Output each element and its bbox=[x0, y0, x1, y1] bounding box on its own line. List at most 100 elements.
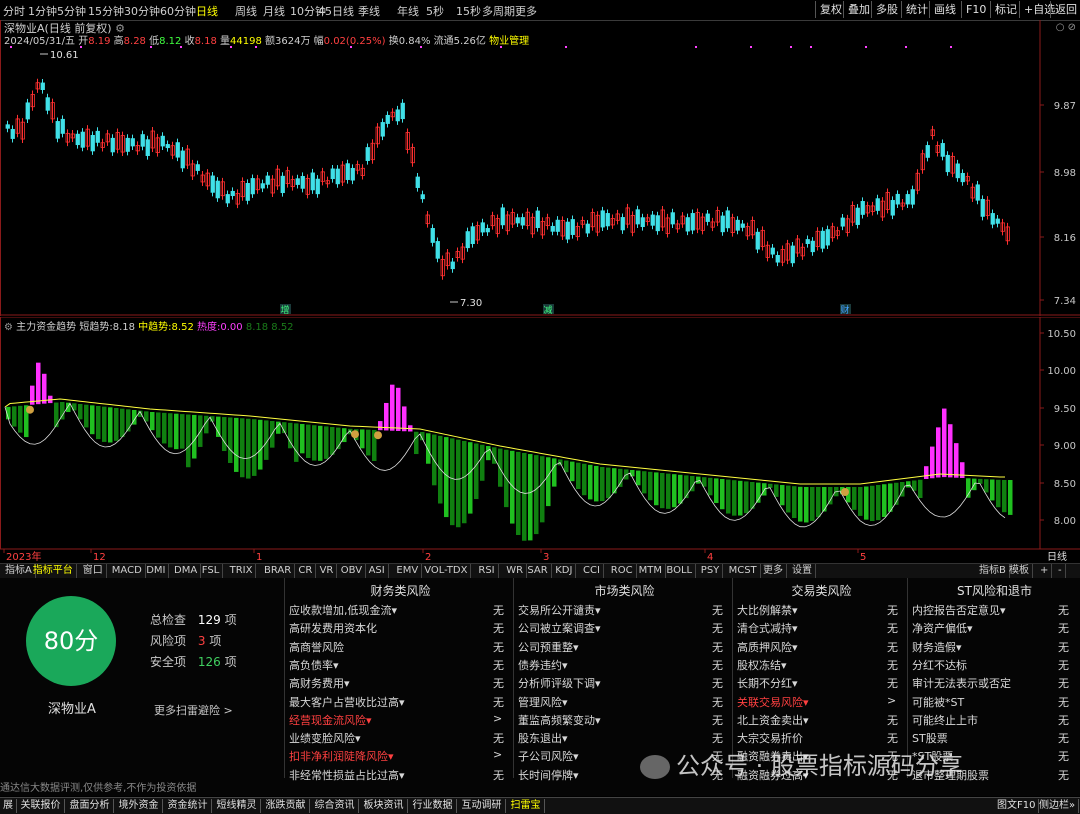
indicator-tab-item-26[interactable]: 设置 bbox=[789, 564, 816, 578]
tab-right-2[interactable]: + bbox=[1037, 564, 1053, 578]
risk-item-label[interactable]: 股权冻结▾ bbox=[737, 657, 787, 673]
risk-item-label[interactable]: 应收款增加,低现金流▾ bbox=[289, 602, 397, 618]
indicator-tab-obv-11[interactable]: OBV bbox=[338, 564, 367, 578]
timeframe-6[interactable]: 日线 bbox=[196, 3, 218, 19]
timeframe-1[interactable]: 1分钟 bbox=[28, 3, 57, 19]
toolbar-button-8[interactable]: 返回 bbox=[1050, 1, 1080, 18]
status-tab-7[interactable]: 综合资讯 bbox=[312, 799, 359, 813]
risk-item-label[interactable]: 可能被*ST bbox=[912, 694, 964, 710]
toolbar-button-0[interactable]: 复权 bbox=[815, 1, 846, 18]
risk-item-label[interactable]: 关联交易风险▾ bbox=[737, 694, 809, 710]
toolbar-button-3[interactable]: 统计 bbox=[901, 1, 932, 18]
timeframe-8[interactable]: 月线 bbox=[263, 3, 285, 19]
indicator-tab-sar-17[interactable]: SAR bbox=[524, 564, 552, 578]
risk-item-label[interactable]: 子公司风险▾ bbox=[518, 748, 579, 764]
timeframe-16[interactable]: 更多 bbox=[515, 3, 537, 19]
indicator-tab-emv-13[interactable]: EMV bbox=[393, 564, 423, 578]
risk-item-label[interactable]: 高商誉风险 bbox=[289, 639, 344, 655]
risk-item-label[interactable]: 非经常性损益占比过高▾ bbox=[289, 767, 405, 783]
risk-item-label[interactable]: 高质押风险▾ bbox=[737, 639, 798, 655]
status-tab-1[interactable]: 关联报价 bbox=[18, 799, 65, 813]
toolbar-button-4[interactable]: 画线 bbox=[929, 1, 960, 18]
toolbar-button-6[interactable]: 标记 bbox=[990, 1, 1021, 18]
risk-item-label[interactable]: 高研发费用资本化 bbox=[289, 620, 377, 636]
kline-panel[interactable]: 深物业A(日线 前复权) ⚙ 2024/05/31/五 开8.19 高8.28 … bbox=[0, 20, 1080, 316]
risk-item-label[interactable]: 内控报告否定意见▾ bbox=[912, 602, 1006, 618]
timeframe-2[interactable]: 5分钟 bbox=[57, 3, 86, 19]
toolbar-button-5[interactable]: F10 bbox=[961, 1, 990, 18]
indicator-tab-boll-22[interactable]: BOLL bbox=[663, 564, 697, 578]
risk-item-label[interactable]: 经营现金流风险▾ bbox=[289, 712, 372, 728]
status-tab-5[interactable]: 短线精灵 bbox=[214, 799, 261, 813]
status-tab-0[interactable]: 展 bbox=[0, 799, 17, 813]
indicator-tab-fsl-6[interactable]: FSL bbox=[199, 564, 224, 578]
indicator-tab-brar-8[interactable]: BRAR bbox=[261, 564, 296, 578]
risk-item-label[interactable]: 扣非净利润陡降风险▾ bbox=[289, 748, 394, 764]
risk-item-label[interactable]: 北上资金卖出▾ bbox=[737, 712, 809, 728]
risk-item-label[interactable]: 大比例解禁▾ bbox=[737, 602, 798, 618]
status-right-1[interactable]: 侧边栏» bbox=[1036, 799, 1080, 813]
indicator-tab-item-1[interactable]: 指标平台 bbox=[30, 564, 77, 578]
indicator-tab-vol-tdx-14[interactable]: VOL-TDX bbox=[421, 564, 472, 578]
risk-item-label[interactable]: 管理风险▾ bbox=[518, 694, 568, 710]
tab-right-3[interactable]: - bbox=[1055, 564, 1066, 578]
indicator-tab-mcst-24[interactable]: MCST bbox=[726, 564, 761, 578]
risk-item-label[interactable]: 高负债率▾ bbox=[289, 657, 339, 673]
indicator-tab-cci-19[interactable]: CCI bbox=[580, 564, 604, 578]
status-tab-6[interactable]: 涨跌贡献 bbox=[263, 799, 310, 813]
status-tab-11[interactable]: 扫雷宝 bbox=[508, 799, 545, 813]
indicator-tab-dmi-4[interactable]: DMI bbox=[143, 564, 170, 578]
risk-item-label[interactable]: 股东退出▾ bbox=[518, 730, 568, 746]
status-tab-10[interactable]: 互动调研 bbox=[459, 799, 506, 813]
tab-right-0[interactable]: 指标B bbox=[976, 564, 1010, 578]
timeframe-7[interactable]: 周线 bbox=[235, 3, 257, 19]
risk-item-label[interactable]: 审计无法表示或否定 bbox=[912, 675, 1011, 691]
timeframe-11[interactable]: 季线 bbox=[358, 3, 380, 19]
risk-item-label[interactable]: 债券违约▾ bbox=[518, 657, 568, 673]
risk-item-label[interactable]: 长期不分红▾ bbox=[737, 675, 798, 691]
indicator-tab-item-25[interactable]: 更多 bbox=[760, 564, 787, 578]
risk-item-label[interactable]: 分析师评级下调▾ bbox=[518, 675, 601, 691]
indicator-tab-mtm-21[interactable]: MTM bbox=[636, 564, 666, 578]
indicator-tab-trix-7[interactable]: TRIX bbox=[227, 564, 257, 578]
toolbar-button-2[interactable]: 多股 bbox=[871, 1, 902, 18]
risk-item-label[interactable]: 公司被立案调查▾ bbox=[518, 620, 601, 636]
indicator-tab-vr-10[interactable]: VR bbox=[317, 564, 338, 578]
indicator-tab-asi-12[interactable]: ASI bbox=[366, 564, 389, 578]
indicator-panel[interactable]: ⚙ 主力资金趋势 短趋势:8.18 中趋势:8.52 热度:0.00 8.18 … bbox=[0, 317, 1080, 563]
risk-item-label[interactable]: 可能终止上市 bbox=[912, 712, 978, 728]
risk-item-label[interactable]: 交易所公开谴责▾ bbox=[518, 602, 601, 618]
risk-item-label[interactable]: 分红不达标 bbox=[912, 657, 967, 673]
timeframe-0[interactable]: 分时 bbox=[3, 3, 25, 19]
timeframe-10[interactable]: 45日线 bbox=[318, 3, 354, 19]
toolbar-button-1[interactable]: 叠加 bbox=[843, 1, 874, 18]
status-tab-2[interactable]: 盘面分析 bbox=[67, 799, 114, 813]
indicator-tab-item-2[interactable]: 窗口 bbox=[80, 564, 107, 578]
indicator-tab-dma-5[interactable]: DMA bbox=[171, 564, 202, 578]
risk-item-label[interactable]: 长时间停牌▾ bbox=[518, 767, 579, 783]
status-right-0[interactable]: 图文F10 bbox=[994, 799, 1040, 813]
risk-item-label[interactable]: ST股票 bbox=[912, 730, 948, 746]
risk-item-label[interactable]: 董监高频繁变动▾ bbox=[518, 712, 601, 728]
indicator-tab-rsi-15[interactable]: RSI bbox=[475, 564, 499, 578]
timeframe-4[interactable]: 30分钟 bbox=[124, 3, 160, 19]
status-tab-8[interactable]: 板块资讯 bbox=[361, 799, 408, 813]
risk-item-label[interactable]: 业绩变脸风险▾ bbox=[289, 730, 361, 746]
timeframe-15[interactable]: 多周期 bbox=[482, 3, 515, 19]
risk-item-label[interactable]: 公司预重整▾ bbox=[518, 639, 579, 655]
status-tab-3[interactable]: 境外资金 bbox=[116, 799, 163, 813]
risk-item-label[interactable]: 高财务费用▾ bbox=[289, 675, 350, 691]
risk-item-label[interactable]: 清仓式减持▾ bbox=[737, 620, 798, 636]
timeframe-14[interactable]: 15秒 bbox=[456, 3, 481, 19]
timeframe-13[interactable]: 5秒 bbox=[426, 3, 444, 19]
risk-item-label[interactable]: 财务造假▾ bbox=[912, 639, 962, 655]
risk-item-label[interactable]: 大宗交易折价 bbox=[737, 730, 803, 746]
indicator-tab-kdj-18[interactable]: KDJ bbox=[552, 564, 577, 578]
risk-item-label[interactable]: 净资产偏低▾ bbox=[912, 620, 973, 636]
risk-item-label[interactable]: 最大客户占营收比过高▾ bbox=[289, 694, 405, 710]
timeframe-12[interactable]: 年线 bbox=[397, 3, 419, 19]
timeframe-3[interactable]: 15分钟 bbox=[88, 3, 124, 19]
tab-right-1[interactable]: 模板 bbox=[1006, 564, 1033, 578]
indicator-tab-cr-9[interactable]: CR bbox=[295, 564, 317, 578]
status-tab-4[interactable]: 资金统计 bbox=[165, 799, 212, 813]
